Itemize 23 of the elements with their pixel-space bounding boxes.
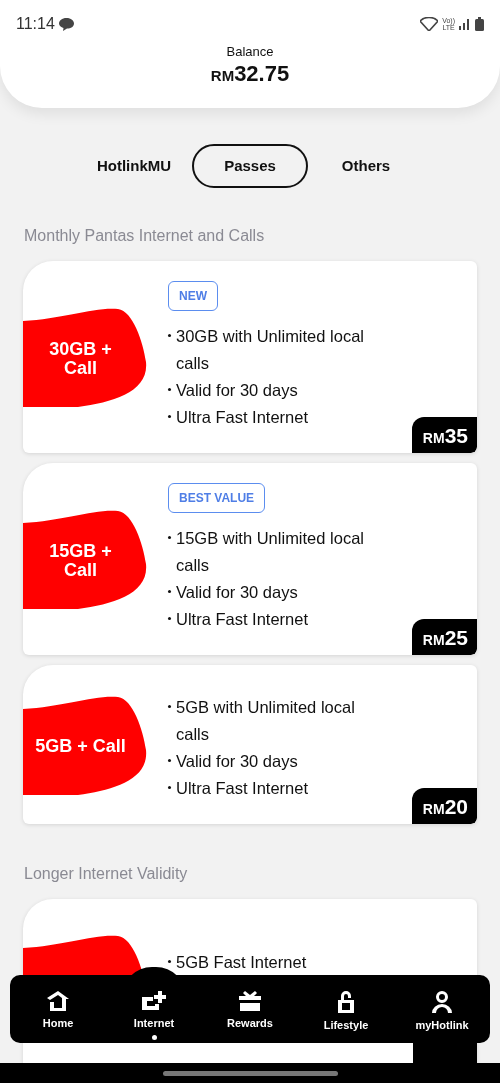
feature-text: 15GB with Unlimited local calls bbox=[176, 528, 365, 577]
feature-text: Ultra Fast Internet bbox=[176, 609, 309, 631]
balance-amount: RM32.75 bbox=[209, 61, 291, 86]
price-tag: RM20 bbox=[411, 787, 477, 825]
feature-text: Ultra Fast Internet bbox=[176, 407, 309, 429]
plan-tag: NEW bbox=[168, 281, 218, 312]
balance-label: Balance bbox=[225, 43, 275, 61]
section-title: Longer Internet Validity bbox=[23, 864, 189, 885]
clock-time: 11:14 bbox=[16, 14, 55, 34]
feature-text: 5GB with Unlimited local calls bbox=[176, 697, 356, 746]
section-title: Monthly Pantas Internet and Calls bbox=[23, 226, 266, 246]
plan-tag: BEST VALUE bbox=[168, 483, 266, 514]
feature-text: 30GB with Unlimited local calls bbox=[176, 326, 365, 375]
feature-text: Valid for 30 days bbox=[176, 582, 298, 604]
feature-text: Ultra Fast Internet bbox=[176, 778, 309, 800]
price-tag: RM35 bbox=[411, 416, 477, 454]
plan-label-shape: 5GB + Call bbox=[23, 694, 148, 795]
plan-label-shape: 30GB + Call bbox=[23, 307, 148, 408]
feature-text: Valid for 30 days bbox=[176, 751, 298, 773]
plan-label-shape: 15GB + Call bbox=[23, 509, 148, 610]
feature-text: Valid for 30 days bbox=[176, 380, 298, 402]
feature-text: 5GB Fast Internet bbox=[176, 952, 307, 974]
price-tag: RM25 bbox=[411, 618, 477, 656]
